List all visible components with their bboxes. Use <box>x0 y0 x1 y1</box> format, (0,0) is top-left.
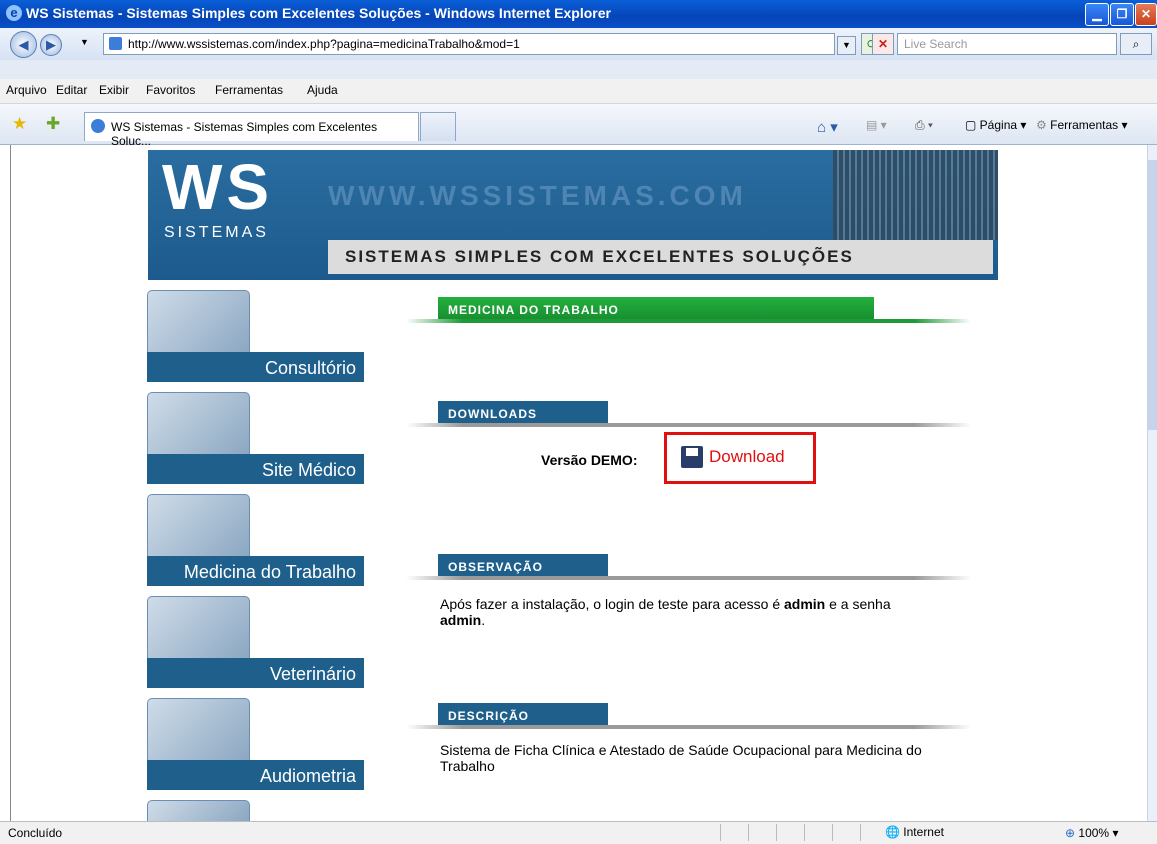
window-title-bar: e WS Sistemas - Sistemas Simples com Exc… <box>0 0 1157 28</box>
gray-rule <box>406 423 971 427</box>
gray-rule <box>406 576 971 580</box>
veterinario-image <box>147 596 250 659</box>
observacao-text: Após fazer a instalação, o login de test… <box>440 596 891 628</box>
downloads-title: DOWNLOADS <box>448 407 537 421</box>
print-icon[interactable]: ⎙ ▾ <box>915 118 933 133</box>
logo-ws: WS <box>162 151 274 223</box>
forward-button[interactable]: ▶ <box>40 34 62 56</box>
url-dropdown-icon[interactable]: ▼ <box>837 36 856 55</box>
descricao-title: DESCRIÇÃO <box>448 709 530 723</box>
page-title: MEDICINA DO TRABALHO <box>448 303 619 317</box>
status-dividers <box>720 824 861 841</box>
back-button[interactable]: ◀ <box>10 31 37 58</box>
zoom-icon: ⊕ <box>1065 826 1076 840</box>
gear-icon: ⚙ <box>1036 118 1047 132</box>
sidebar-item-label: Medicina do Trabalho <box>183 562 356 582</box>
menu-bar: Arquivo Editar Exibir Favoritos Ferramen… <box>0 79 1157 104</box>
download-button[interactable]: Download <box>664 432 816 484</box>
history-dropdown-icon[interactable]: ▼ <box>80 37 89 47</box>
home-icon[interactable]: ⌂ ▾ <box>817 118 838 136</box>
favorites-star-icon[interactable]: ★ <box>12 114 27 134</box>
stop-button[interactable]: ✕ <box>872 33 894 55</box>
add-favorites-icon[interactable]: ✚ <box>46 114 60 134</box>
vertical-scrollbar[interactable] <box>1147 145 1157 821</box>
observacao-title: OBSERVAÇÃO <box>448 560 543 574</box>
page-menu[interactable]: ▢ Página ▾ <box>965 118 1026 132</box>
ie-tab-icon <box>91 119 105 133</box>
internet-zone: 🌐 Internet <box>885 825 944 839</box>
audiometria-image <box>147 698 250 761</box>
green-rule <box>406 319 971 323</box>
ie-logo-icon: e <box>6 5 22 21</box>
sidebar-item-label: Consultório <box>264 358 356 378</box>
download-label: Download <box>709 447 785 466</box>
sidebar-item-label: Veterinário <box>269 664 356 684</box>
sidebar-item-veterinario[interactable]: Veterinário <box>147 596 364 694</box>
globe-icon: 🌐 <box>885 825 900 839</box>
descricao-text: Sistema de Ficha Clínica e Atestado de S… <box>440 742 922 774</box>
gray-rule <box>406 725 971 729</box>
menu-editar[interactable]: Editar <box>56 83 87 97</box>
floppy-disk-icon <box>681 446 703 468</box>
minimize-button[interactable]: ▁ <box>1085 3 1109 26</box>
consultorio-image <box>147 290 250 353</box>
url-input[interactable]: http://www.wssistemas.com/index.php?pagi… <box>103 33 835 55</box>
spacer <box>0 60 1157 79</box>
banner-slogan-strip: SISTEMAS SIMPLES COM EXCELENTES SOLUÇÕES <box>328 240 993 274</box>
menu-ferramentas[interactable]: Ferramentas <box>215 83 283 97</box>
menu-exibir[interactable]: Exibir <box>99 83 129 97</box>
search-icon[interactable]: ⌕ <box>1120 33 1152 55</box>
address-bar: ◀ ▶ ▼ http://www.wssistemas.com/index.ph… <box>0 28 1157 61</box>
medicina-trabalho-image <box>147 494 250 557</box>
site-medico-image <box>147 392 250 455</box>
sidebar-item-audiometria[interactable]: Audiometria <box>147 698 364 796</box>
zoom-control[interactable]: ⊕ 100% ▾ <box>1065 826 1118 840</box>
menu-favoritos[interactable]: Favoritos <box>146 83 195 97</box>
sidebar-item-site-medico[interactable]: Site Médico <box>147 392 364 490</box>
tools-menu[interactable]: ⚙ Ferramentas ▾ <box>1036 118 1128 132</box>
menu-ajuda[interactable]: Ajuda <box>307 83 338 97</box>
sidebar-item-label: Audiometria <box>259 766 356 786</box>
new-tab-button[interactable] <box>420 112 456 141</box>
site-banner: WS SISTEMAS WWW.WSSISTEMAS.COM SISTEMAS … <box>148 150 998 280</box>
close-button[interactable]: ✕ <box>1135 3 1157 26</box>
slogan: SISTEMAS SIMPLES COM EXCELENTES SOLUÇÕES <box>345 247 854 266</box>
sidebar-item-medicina-trabalho[interactable]: Medicina do Trabalho <box>147 494 364 592</box>
status-bar: Concluído 🌐 Internet ⊕ 100% ▾ <box>0 821 1157 844</box>
restore-button[interactable]: ❐ <box>1110 3 1134 26</box>
sidebar-item-consultorio[interactable]: Consultório <box>147 290 364 388</box>
demo-version-label: Versão DEMO: <box>541 452 638 468</box>
sidebar-item-next-image[interactable] <box>147 800 250 822</box>
logo-subtitle: SISTEMAS <box>164 224 269 241</box>
page-icon <box>109 37 122 50</box>
window-title: WS Sistemas - Sistemas Simples com Excel… <box>26 5 611 21</box>
menu-arquivo[interactable]: Arquivo <box>6 83 47 97</box>
banner-image <box>833 150 998 240</box>
status-text: Concluído <box>8 826 63 840</box>
scroll-thumb[interactable] <box>1148 160 1157 430</box>
banner-url-text: WWW.WSSISTEMAS.COM <box>328 180 747 211</box>
tab-active[interactable]: WS Sistemas - Sistemas Simples com Excel… <box>84 112 419 148</box>
feeds-icon[interactable]: ▤ ▾ <box>866 118 887 132</box>
sidebar-item-label: Site Médico <box>261 460 356 480</box>
search-input[interactable]: Live Search <box>897 33 1117 55</box>
